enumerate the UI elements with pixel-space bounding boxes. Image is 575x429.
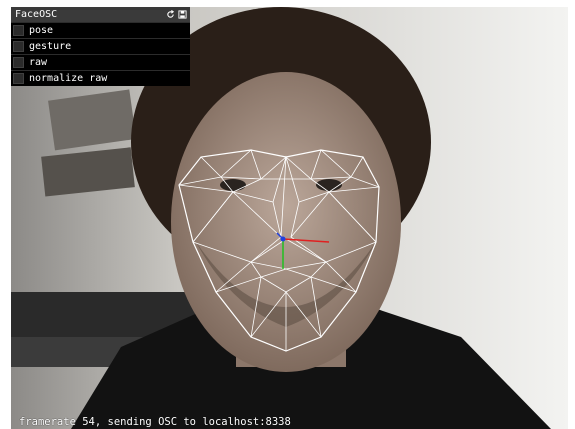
toggle-label: gesture bbox=[29, 41, 72, 52]
toggle-label: pose bbox=[29, 25, 54, 36]
panel-title-bar: FaceOSC bbox=[11, 7, 190, 22]
panel-title: FaceOSC bbox=[15, 9, 58, 20]
status-text: framerate 54, sending OSC to localhost:8… bbox=[19, 416, 291, 428]
save-icon[interactable] bbox=[178, 10, 187, 19]
normalize-raw-checkbox[interactable] bbox=[13, 73, 24, 84]
toggle-gesture[interactable]: gesture bbox=[11, 38, 190, 54]
toggle-raw[interactable]: raw bbox=[11, 54, 190, 70]
raw-checkbox[interactable] bbox=[13, 57, 24, 68]
toggle-pose[interactable]: pose bbox=[11, 22, 190, 38]
toggle-label: normalize raw bbox=[29, 73, 108, 84]
control-panel: FaceOSC pose gesture raw normalize raw bbox=[11, 7, 190, 86]
gesture-checkbox[interactable] bbox=[13, 41, 24, 52]
toggle-normalize-raw[interactable]: normalize raw bbox=[11, 70, 190, 86]
pose-checkbox[interactable] bbox=[13, 25, 24, 36]
toggle-label: raw bbox=[29, 57, 48, 68]
camera-viewport: FaceOSC pose gesture raw normalize raw f… bbox=[11, 7, 568, 429]
refresh-icon[interactable] bbox=[166, 10, 175, 19]
